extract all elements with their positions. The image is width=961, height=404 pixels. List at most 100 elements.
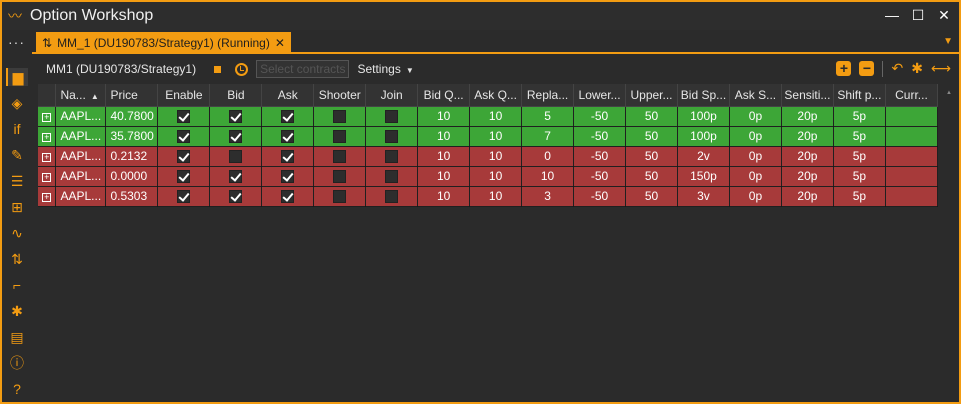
cell-upper[interactable]: 50 — [625, 186, 678, 207]
cell-bid-qty[interactable]: 10 — [417, 166, 471, 187]
cell-ask-qty[interactable]: 10 — [469, 146, 523, 167]
header-shift[interactable]: Shift p... — [833, 84, 886, 107]
cell-shift[interactable]: 5p — [833, 166, 886, 187]
cell-lower[interactable]: -50 — [573, 106, 627, 127]
cell-ask-qty[interactable]: 10 — [469, 166, 523, 187]
cell-current[interactable] — [885, 166, 939, 187]
enable-checkbox[interactable] — [177, 110, 191, 124]
clock-icon[interactable] — [235, 62, 249, 76]
header-enable[interactable]: Enable — [157, 84, 211, 107]
undo-icon[interactable]: ↶ — [891, 60, 903, 77]
cell-sensitivity[interactable]: 20p — [781, 126, 834, 147]
shooter-checkbox[interactable] — [333, 170, 347, 184]
cell-bid-spread[interactable]: 2v — [677, 146, 730, 167]
cell-shift[interactable]: 5p — [833, 146, 886, 167]
document-icon[interactable]: ▤ — [8, 328, 26, 346]
cell-bid-qty[interactable]: 10 — [417, 186, 471, 207]
cell-sensitivity[interactable]: 20p — [781, 166, 834, 187]
cell-lower[interactable]: -50 — [573, 126, 627, 147]
cell-shift[interactable]: 5p — [833, 126, 886, 147]
bid-checkbox[interactable] — [229, 130, 243, 144]
add-icon[interactable]: + — [836, 61, 852, 76]
steps-icon[interactable]: ⌐ — [8, 276, 26, 294]
list-icon[interactable]: ☰ — [8, 172, 26, 190]
ask-checkbox[interactable] — [281, 110, 295, 124]
if-icon[interactable]: if — [8, 120, 26, 138]
expand-icon[interactable]: + — [42, 113, 52, 122]
cell-ask-spread[interactable]: 0p — [729, 166, 782, 187]
header-sensitivity[interactable]: Sensiti... — [781, 84, 834, 107]
cell-ask-spread[interactable]: 0p — [729, 146, 782, 167]
bid-checkbox[interactable] — [229, 190, 243, 204]
ask-checkbox[interactable] — [281, 190, 295, 204]
table-row[interactable]: + AAPL... 0.5303 10 10 3 -50 50 3v 0p 20p 5p — [38, 186, 939, 207]
header-bid-spread[interactable]: Bid Sp... — [677, 84, 730, 107]
scroll-up-icon[interactable]: ▲ — [946, 90, 952, 96]
cell-replace[interactable]: 5 — [521, 106, 575, 127]
maximize-icon[interactable]: ☐ — [911, 6, 925, 24]
join-checkbox[interactable] — [385, 170, 399, 184]
header-bid-qty[interactable]: Bid Q... — [417, 84, 471, 107]
cell-replace[interactable]: 3 — [521, 186, 575, 207]
header-lower[interactable]: Lower... — [573, 84, 627, 107]
cell-upper[interactable]: 50 — [625, 126, 678, 147]
cell-ask-spread[interactable]: 0p — [729, 126, 782, 147]
header-ask-qty[interactable]: Ask Q... — [469, 84, 523, 107]
header-current[interactable]: Curr... — [885, 84, 939, 107]
select-contracts-button[interactable]: Select contracts — [256, 60, 350, 78]
cell-bid-qty[interactable]: 10 — [417, 126, 471, 147]
enable-checkbox[interactable] — [177, 170, 191, 184]
remove-icon[interactable]: − — [859, 61, 875, 76]
cell-ask-spread[interactable]: 0p — [729, 186, 782, 207]
ask-checkbox[interactable] — [281, 170, 295, 184]
cell-replace[interactable]: 10 — [521, 166, 575, 187]
cell-bid-spread[interactable]: 100p — [677, 106, 730, 127]
table-row[interactable]: + AAPL... 40.7800 10 10 5 -50 50 100p 0p 20p 5p — [38, 106, 939, 127]
gear-icon[interactable]: ✱ — [911, 60, 923, 77]
cell-upper[interactable]: 50 — [625, 146, 678, 167]
minimize-icon[interactable]: — — [885, 6, 899, 24]
info-icon[interactable]: ⓘ — [8, 354, 26, 372]
expand-cell[interactable]: + — [38, 166, 57, 187]
cell-bid-spread[interactable]: 3v — [677, 186, 730, 207]
enable-checkbox[interactable] — [177, 190, 191, 204]
bid-checkbox[interactable] — [229, 150, 243, 164]
cell-shift[interactable]: 5p — [833, 106, 886, 127]
join-checkbox[interactable] — [385, 110, 399, 124]
header-ask-spread[interactable]: Ask S... — [729, 84, 782, 107]
expand-icon[interactable]: + — [42, 153, 52, 162]
tag-icon[interactable]: ◈ — [8, 94, 26, 112]
help-icon[interactable]: ? — [8, 380, 26, 398]
bid-checkbox[interactable] — [229, 170, 243, 184]
cell-current[interactable] — [885, 146, 939, 167]
header-shooter[interactable]: Shooter — [313, 84, 367, 107]
shooter-checkbox[interactable] — [333, 150, 347, 164]
cell-upper[interactable]: 50 — [625, 166, 678, 187]
cell-replace[interactable]: 7 — [521, 126, 575, 147]
ask-checkbox[interactable] — [281, 130, 295, 144]
ask-checkbox[interactable] — [281, 150, 295, 164]
cell-replace[interactable]: 0 — [521, 146, 575, 167]
cart-icon[interactable]: ⊞ — [8, 198, 26, 216]
tab-mm1[interactable]: ⇅ MM_1 (DU190783/Strategy1) (Running) ✕ — [36, 32, 291, 54]
table-row[interactable]: + AAPL... 0.0000 10 10 10 -50 50 150p 0p 20p 5p — [38, 166, 939, 187]
settings-dropdown[interactable]: Settings ▼ — [357, 62, 413, 76]
cell-upper[interactable]: 50 — [625, 106, 678, 127]
stop-icon[interactable] — [214, 65, 222, 73]
header-ask[interactable]: Ask — [261, 84, 315, 107]
shooter-checkbox[interactable] — [333, 110, 347, 124]
cell-sensitivity[interactable]: 20p — [781, 106, 834, 127]
tab-close-icon[interactable]: ✕ — [275, 36, 285, 50]
tab-menu-icon[interactable]: ▼ — [943, 36, 953, 47]
bid-checkbox[interactable] — [229, 110, 243, 124]
shooter-checkbox[interactable] — [333, 190, 347, 204]
cell-lower[interactable]: -50 — [573, 146, 627, 167]
cell-ask-spread[interactable]: 0p — [729, 106, 782, 127]
cell-lower[interactable]: -50 — [573, 166, 627, 187]
cell-bid-spread[interactable]: 150p — [677, 166, 730, 187]
shooter-checkbox[interactable] — [333, 130, 347, 144]
cell-current[interactable] — [885, 126, 939, 147]
header-price[interactable]: Price — [105, 84, 159, 107]
cell-sensitivity[interactable]: 20p — [781, 186, 834, 207]
header-bid[interactable]: Bid — [209, 84, 263, 107]
